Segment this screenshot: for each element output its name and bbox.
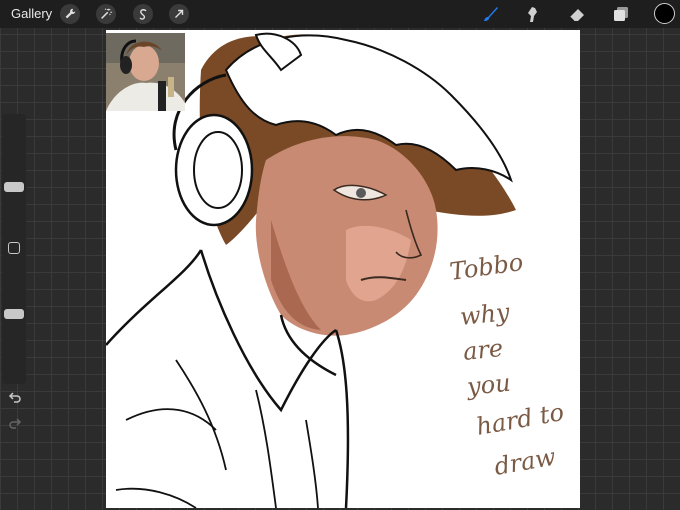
undo-icon[interactable] xyxy=(8,390,22,404)
iris xyxy=(356,188,366,198)
shirt-shoulder xyxy=(106,249,203,346)
note-line-5: hard to xyxy=(474,398,566,441)
modify-button[interactable] xyxy=(8,242,20,254)
color-picker-button[interactable] xyxy=(654,3,675,24)
layers-icon[interactable] xyxy=(610,3,632,25)
top-toolbar: Gallery xyxy=(0,0,680,28)
handwritten-note: Tobbo why are you hard to draw xyxy=(448,248,566,481)
transform-arrow-icon[interactable] xyxy=(169,4,189,24)
left-sidebar xyxy=(2,114,26,429)
brush-size-slider[interactable] xyxy=(4,181,24,192)
redo-icon[interactable] xyxy=(8,416,22,430)
brush-icon[interactable] xyxy=(479,3,501,25)
note-line-1: Tobbo xyxy=(448,248,525,286)
note-line-3: are xyxy=(462,334,505,366)
note-line-6: draw xyxy=(492,443,558,481)
magic-wand-icon[interactable] xyxy=(96,4,116,24)
note-line-4: you xyxy=(465,369,512,401)
gallery-button[interactable]: Gallery xyxy=(11,6,52,21)
note-line-2: why xyxy=(459,298,512,331)
eraser-icon[interactable] xyxy=(566,3,588,25)
selection-icon[interactable] xyxy=(133,4,153,24)
reference-photo[interactable] xyxy=(106,33,185,111)
smudge-icon[interactable] xyxy=(522,3,544,25)
opacity-slider[interactable] xyxy=(4,308,24,319)
wrench-icon[interactable] xyxy=(60,4,80,24)
